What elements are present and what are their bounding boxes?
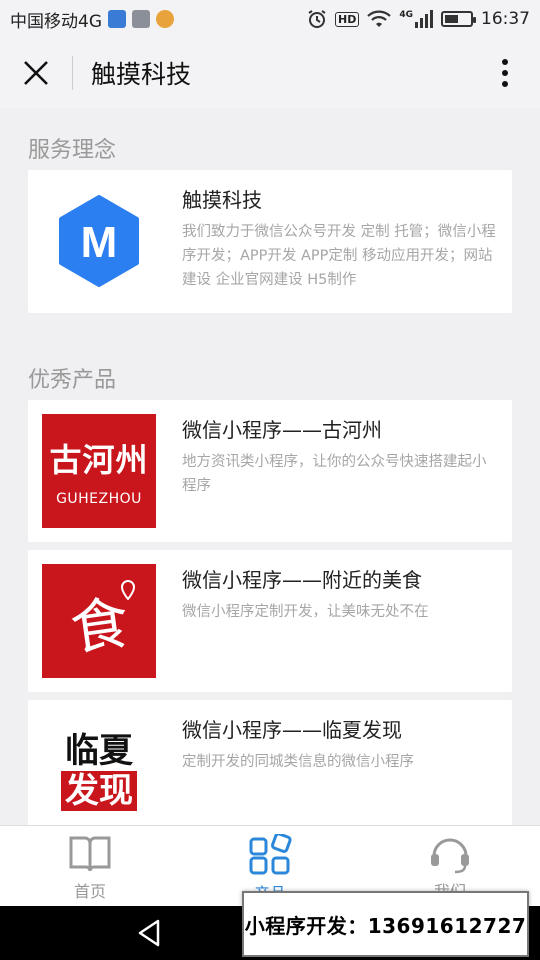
alarm-icon: [308, 10, 326, 28]
headset-icon: [431, 838, 469, 874]
product-description: 定制开发的同城类信息的微信小程序: [182, 754, 414, 770]
product-title: 微信小程序——古河州: [182, 418, 382, 442]
logo-line2: 发现: [61, 771, 137, 811]
notification-game-icon: [156, 10, 174, 28]
close-icon: [24, 61, 48, 85]
nav-bar: 触摸科技: [0, 38, 540, 108]
more-vertical-icon: [502, 59, 508, 87]
promo-contact-banner: 小程序开发：13691612727: [242, 891, 529, 957]
product-logo-linxia: 临夏 发现: [42, 714, 156, 825]
card-description: 我们致力于微信公众号开发 定制 托管；微信小程序开发；APP开发 APP定制 移…: [182, 224, 496, 288]
network-type-label: 4G: [399, 10, 413, 20]
nav-divider: [72, 56, 73, 90]
company-logo: M: [42, 184, 156, 298]
product-description: 地方资讯类小程序，让你的公众号快速搭建起小程序: [182, 454, 487, 494]
hexagon-m-logo: M: [59, 195, 139, 287]
product-card[interactable]: 古河州 GUHEZHOU 微信小程序——古河州 地方资讯类小程序，让你的公众号快…: [28, 400, 512, 542]
battery-icon: [441, 11, 476, 27]
book-icon: [69, 836, 111, 872]
logo-sub-text: GUHEZHOU: [56, 491, 142, 507]
promo-text: 小程序开发：13691612727: [244, 913, 527, 938]
product-card[interactable]: 临夏 发现 微信小程序——临夏发现 定制开发的同城类信息的微信小程序: [28, 700, 512, 825]
logo-letter: M: [81, 218, 118, 267]
battery-level: [445, 15, 459, 23]
apps-icon: [249, 834, 292, 875]
logo-line1: 临夏: [65, 731, 133, 771]
product-card[interactable]: 食 微信小程序——附近的美食 微信小程序定制开发，让美味无处不在: [28, 550, 512, 692]
hd-badge: HD: [335, 11, 360, 27]
tab-home[interactable]: 首页: [0, 826, 180, 906]
product-logo-food: 食: [42, 564, 156, 678]
status-bar: 中国移动4G HD 4G 16:37: [0, 0, 540, 38]
card-title: 触摸科技: [182, 188, 262, 212]
tab-label: 首页: [73, 882, 106, 901]
back-icon[interactable]: [136, 918, 162, 948]
more-menu-button[interactable]: [470, 38, 540, 108]
logo-main-text: 古河州: [49, 441, 149, 479]
product-logo-guhezhou: 古河州 GUHEZHOU: [42, 414, 156, 528]
carrier-label: 中国移动4G: [10, 11, 102, 32]
section-title-products: 优秀产品: [28, 368, 117, 393]
location-pin-icon: [120, 580, 136, 600]
product-title: 微信小程序——附近的美食: [182, 568, 422, 592]
notification-image-icon: [132, 10, 150, 28]
wifi-icon: [367, 10, 392, 27]
close-button[interactable]: [0, 38, 72, 108]
main-content: 服务理念 M 触摸科技 我们致力于微信公众号开发 定制 托管；微信小程序开发；A…: [0, 108, 540, 825]
status-time: 16:37: [481, 9, 530, 29]
product-description: 微信小程序定制开发，让美味无处不在: [182, 604, 429, 620]
service-card[interactable]: M 触摸科技 我们致力于微信公众号开发 定制 托管；微信小程序开发；APP开发 …: [28, 170, 512, 313]
signal-icon: 4G: [399, 10, 433, 28]
product-title: 微信小程序——临夏发现: [182, 718, 402, 742]
page-title: 触摸科技: [91, 60, 192, 89]
notification-app-icon: [108, 10, 126, 28]
section-title-service: 服务理念: [28, 138, 117, 163]
